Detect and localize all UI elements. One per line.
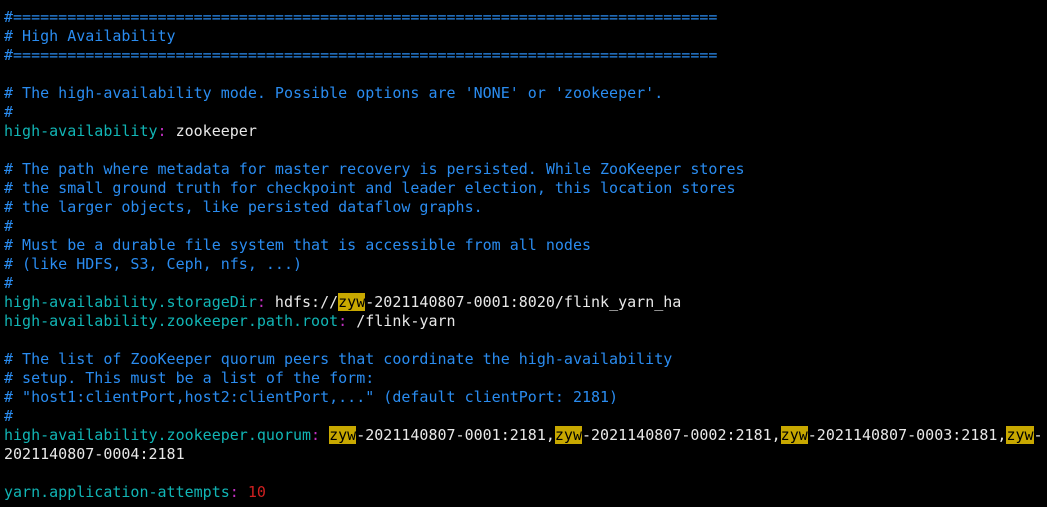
comment-line: # setup. This must be a list of the form…: [4, 369, 375, 387]
comment-line: # The path where metadata for master rec…: [4, 160, 745, 178]
text-line: [4, 65, 1047, 84]
comment-line: # the larger objects, like persisted dat…: [4, 198, 483, 216]
search-highlight: zyw: [329, 426, 357, 444]
config-value: [320, 426, 329, 444]
config-value: [239, 483, 248, 501]
comment-line: # (like HDFS, S3, Ceph, nfs, ...): [4, 255, 303, 273]
key-separator: :: [311, 426, 321, 444]
comment-line: # The list of ZooKeeper quorum peers tha…: [4, 350, 673, 368]
config-key: high-availability.zookeeper.quorum: [4, 426, 312, 444]
search-highlight: zyw: [780, 426, 808, 444]
comment-line: #=======================================…: [4, 46, 718, 64]
comment-line: # Must be a durable file system that is …: [4, 236, 591, 254]
text-line: [4, 331, 1047, 350]
comment-line: # High Availability: [4, 27, 176, 45]
vim-editor-buffer[interactable]: #=======================================…: [0, 0, 1047, 502]
config-key: yarn.application-attempts: [4, 483, 230, 501]
text-line: 2021140807-0004:2181: [4, 445, 185, 463]
config-line: high-availability.zookeeper.quorum: zyw-…: [4, 426, 1047, 445]
comment-line: #: [4, 274, 14, 292]
config-line: high-availability.zookeeper.path.root: /…: [4, 312, 1047, 331]
config-line: yarn.application-attempts: 10: [4, 483, 1047, 502]
config-value: /flink-yarn: [347, 312, 456, 330]
key-separator: :: [229, 483, 239, 501]
config-value: -2021140807-0002:2181,: [581, 426, 781, 444]
config-key: high-availability.storageDir: [4, 293, 257, 311]
config-value: -2021140807-0003:2181,: [807, 426, 1007, 444]
config-value: -: [1033, 426, 1043, 444]
config-value: -2021140807-0001:8020/flink_yarn_ha: [365, 293, 682, 311]
config-key: high-availability.zookeeper.path.root: [4, 312, 339, 330]
comment-line: # "host1:clientPort,host2:clientPort,...…: [4, 388, 619, 406]
comment-line: #: [4, 407, 14, 425]
key-separator: :: [338, 312, 348, 330]
config-value: hdfs://: [265, 293, 339, 311]
text-line: [4, 141, 1047, 160]
search-highlight: zyw: [1006, 426, 1034, 444]
config-value: zookeeper: [166, 122, 257, 140]
config-line: high-availability: zookeeper: [4, 122, 1047, 141]
comment-line: #: [4, 103, 14, 121]
config-line: high-availability.storageDir: hdfs://zyw…: [4, 293, 1047, 312]
config-key: high-availability: [4, 122, 158, 140]
comment-line: #: [4, 217, 14, 235]
key-separator: :: [256, 293, 266, 311]
search-highlight: zyw: [554, 426, 582, 444]
search-highlight: zyw: [338, 293, 366, 311]
comment-line: #=======================================…: [4, 8, 718, 26]
config-value: -2021140807-0001:2181,: [356, 426, 555, 444]
key-separator: :: [157, 122, 167, 140]
text-line: [4, 464, 1047, 483]
comment-line: # The high-availability mode. Possible o…: [4, 84, 664, 102]
config-value: 10: [247, 483, 266, 501]
comment-line: # the small ground truth for checkpoint …: [4, 179, 736, 197]
